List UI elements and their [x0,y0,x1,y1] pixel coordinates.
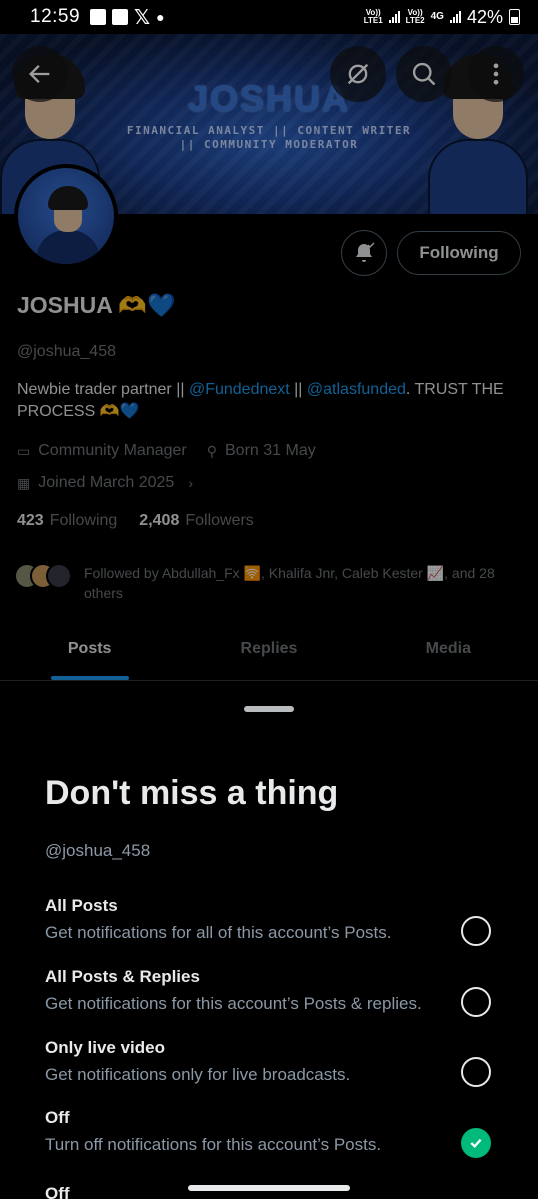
option-only-live-video[interactable]: Only live video Get notifications only f… [45,1038,495,1085]
system-indicators: Vo)) LTE1 Vo)) LTE2 4G 42% [364,7,520,28]
bell-check-icon [356,242,375,262]
battery-level: 42% [466,6,503,27]
back-button[interactable] [12,46,68,102]
x-logo-icon: 𝕏 [134,6,151,29]
banner-title: JOSHUA [187,78,351,119]
profile-tabs: Posts Replies Media [0,625,538,681]
profile-joined: Joined March 2025 [38,474,175,491]
cut-off-option: Off [45,1184,70,1199]
briefcase-icon: ▭ [17,442,31,459]
following-button[interactable]: Following [397,231,521,275]
avatar[interactable] [14,164,118,268]
search-button[interactable] [396,46,452,102]
followers-count-link[interactable]: 2,408 Followers [139,512,254,530]
battery-icon [509,9,520,25]
check-box-icon [112,9,129,25]
profile-name: JOSHUA 🫶💙 [17,292,176,318]
checkmark-icon [470,1138,482,1149]
radio-off-selected[interactable] [461,1128,491,1158]
banner-subtitle: FINANCIAL ANALYST || CONTENT WRITER || C… [126,124,412,151]
tab-replies[interactable]: Replies [179,625,358,680]
sim1-indicator: Vo)) LTE1 [363,8,383,25]
sheet-handle: @joshua_458 [45,841,151,860]
clock: 12:59 [30,6,81,27]
option-off[interactable]: Off Turn off notifications for this acco… [45,1108,495,1155]
back-arrow-icon [29,65,50,83]
sheet-title: Don't miss a thing [45,774,339,812]
bio-link-atlasfunded[interactable]: @atlasfunded [307,381,406,398]
sim2-indicator: Vo)) LTE2 [405,8,425,25]
tab-media[interactable]: Media [359,625,538,680]
notification-bell-button[interactable] [341,230,387,276]
home-indicator[interactable] [188,1185,350,1191]
notification-icons: 𝕏 ● [90,5,165,30]
chevron-right-icon: › [188,475,193,491]
profile-birthday: Born 31 May [225,442,316,459]
network-type: 4G [430,11,444,22]
signal-icon-2 [449,11,461,23]
more-button[interactable] [468,46,524,102]
profile-category: Community Manager [38,442,187,459]
radio-all-posts[interactable] [461,916,491,946]
option-all-posts[interactable]: All Posts Get notifications for all of t… [45,896,495,943]
status-bar: 12:59 𝕏 ● Vo)) LTE1 Vo)) LTE2 4G 42% [0,0,538,34]
gallery-icon [90,9,107,25]
followed-by-text: Followed by Abdullah_Fx 🛜, Khalifa Jnr, … [84,565,495,601]
search-icon [412,62,436,86]
tab-posts[interactable]: Posts [0,625,179,680]
mutual-avatars [14,563,72,589]
grok-icon [347,63,369,85]
option-all-posts-replies[interactable]: All Posts & Replies Get notifications fo… [45,967,495,1014]
profile-handle: @joshua_458 [17,343,116,360]
followed-by[interactable]: Followed by Abdullah_Fx 🛜, Khalifa Jnr, … [14,563,514,603]
radio-all-posts-replies[interactable] [461,987,491,1017]
dot-icon: ● [156,9,165,25]
following-count-link[interactable]: 423 Following [17,512,117,530]
bio-link-fundednext[interactable]: @Fundednext [189,381,290,398]
profile-bio: Newbie trader partner || @Fundednext || … [17,381,504,420]
grok-button[interactable] [330,46,386,102]
notification-settings-sheet: Don't miss a thing @joshua_458 All Posts… [0,688,538,1199]
profile-meta-row: ▭ Community Manager ⚲ Born 31 May [17,442,316,460]
location-pin-icon: ⚲ [206,442,217,459]
signal-icon [388,11,400,23]
sheet-drag-handle[interactable] [244,706,294,712]
follow-counts: 423 Following 2,408 Followers [17,512,254,530]
calendar-icon: ▦ [17,474,31,491]
more-vertical-icon [493,63,499,85]
radio-only-live-video[interactable] [461,1057,491,1087]
profile-joined-row[interactable]: ▦ Joined March 2025 › [17,474,193,492]
